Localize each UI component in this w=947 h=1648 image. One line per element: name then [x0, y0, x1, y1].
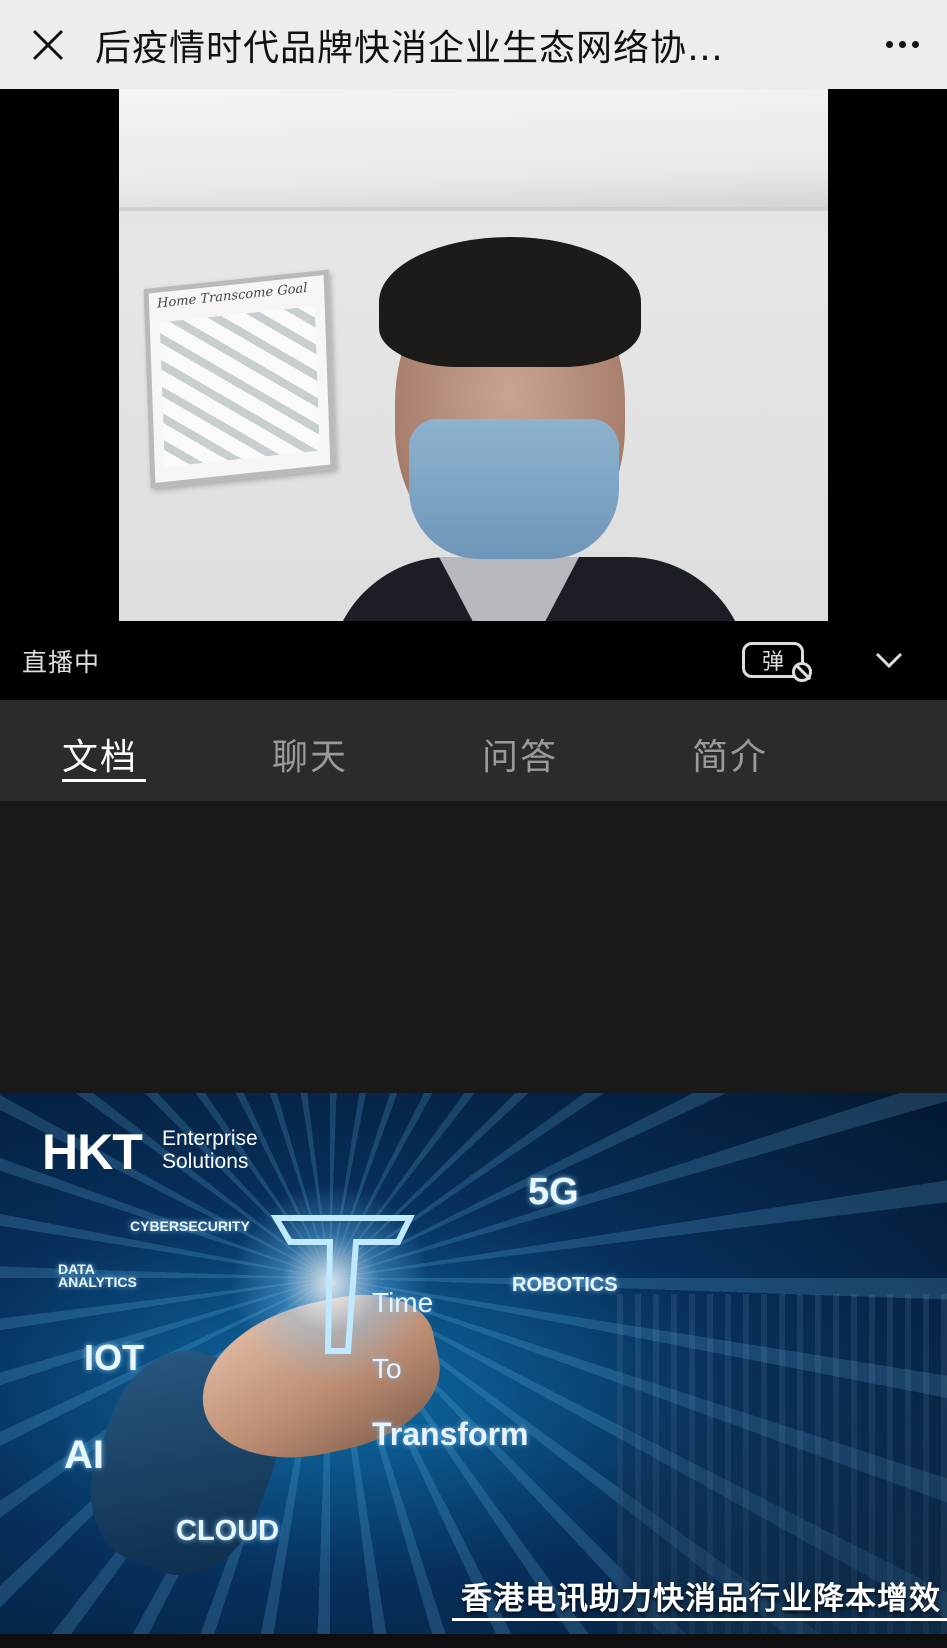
tag-5g: 5G: [528, 1171, 579, 1213]
close-button[interactable]: [0, 0, 95, 89]
speaker-hair: [379, 237, 641, 367]
speaker-mask: [409, 419, 619, 559]
poster-caption: Home Transcome Goal: [156, 280, 308, 312]
tab-intro[interactable]: 简介: [692, 728, 768, 780]
player-control-bar: 直播中 弹: [0, 621, 947, 700]
video-ceiling: [119, 89, 828, 209]
document-panel: [0, 801, 947, 1093]
bottom-strip: [0, 1634, 947, 1648]
slogan-line-2: To: [372, 1353, 402, 1384]
tag-ai: AI: [64, 1433, 104, 1477]
slogan-line-3: Transform: [372, 1416, 529, 1452]
slide-caption: 香港电讯助力快消品行业降本增效: [461, 1581, 941, 1617]
more-icon: [885, 41, 893, 48]
tab-bar: 文档 聊天 问答 简介: [0, 700, 947, 801]
more-button[interactable]: [857, 0, 947, 89]
poster-image: [159, 306, 320, 467]
danmaku-toggle-button[interactable]: 弹: [742, 640, 812, 682]
more-icon-dot: [911, 41, 919, 48]
document-slide[interactable]: HKT Enterprise Solutions CYBERSECURITY D…: [0, 1093, 947, 1634]
close-icon: [32, 29, 63, 60]
tag-data-analytics: DATA ANALYTICS: [58, 1261, 137, 1290]
slogan-line-1: Time: [372, 1287, 434, 1318]
tag-iot: IOT: [84, 1337, 144, 1378]
page-title: 后疫情时代品牌快消企业生态网络协…: [95, 27, 725, 69]
video-ceiling-edge: [119, 207, 828, 211]
collapse-button[interactable]: [872, 645, 906, 675]
title-bar: 后疫情时代品牌快消企业生态网络协…: [0, 0, 947, 89]
chevron-down-icon: [875, 652, 903, 669]
danmaku-off-icon: [792, 662, 812, 682]
active-tab-indicator: [62, 779, 146, 782]
tab-qa[interactable]: 问答: [482, 728, 558, 780]
live-video-frame[interactable]: Home Transcome Goal: [119, 89, 828, 621]
more-icon-dot: [898, 41, 906, 48]
live-status: 直播中: [22, 647, 101, 677]
tag-cybersecurity: CYBERSECURITY: [130, 1218, 250, 1234]
tag-cloud: CLOUD: [176, 1515, 280, 1547]
tab-chat[interactable]: 聊天: [272, 728, 348, 780]
tab-document[interactable]: 文档: [62, 728, 138, 780]
video-player[interactable]: Home Transcome Goal 直播中 弹: [0, 89, 947, 700]
hkt-logo-subtitle: Enterprise Solutions: [162, 1127, 258, 1173]
hkt-logo: HKT: [42, 1124, 143, 1180]
slogan: Time To Transform: [372, 1253, 528, 1484]
slide-caption-underline: [452, 1618, 947, 1621]
wall-poster: Home Transcome Goal: [143, 269, 336, 489]
